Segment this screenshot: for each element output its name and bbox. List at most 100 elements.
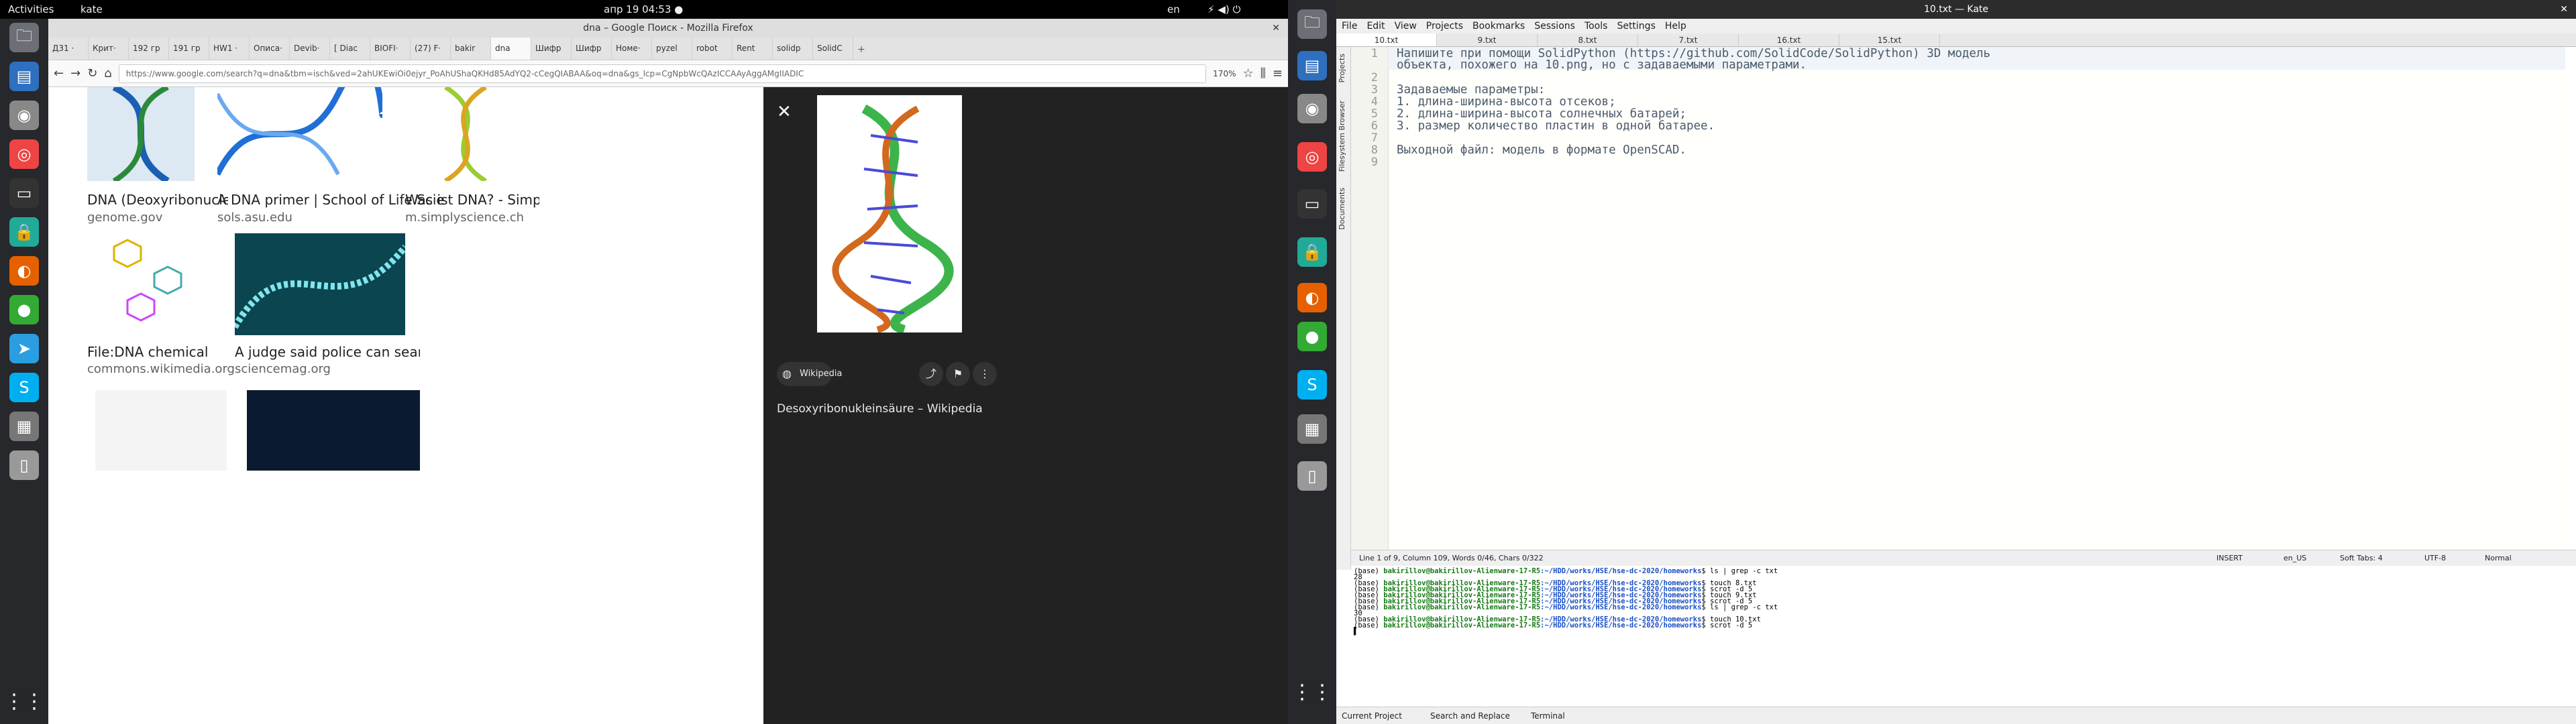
- close-icon[interactable]: ✕: [1272, 19, 1280, 38]
- tab[interactable]: Крит·: [89, 38, 129, 60]
- panel-projects[interactable]: Projects: [1338, 54, 1346, 82]
- tab[interactable]: robot: [692, 38, 733, 60]
- doc-tab[interactable]: 8.txt: [1538, 34, 1638, 46]
- reload-icon[interactable]: ↻: [87, 66, 97, 80]
- menu-help[interactable]: Help: [1665, 21, 1686, 32]
- text-line[interactable]: Выходной файл: модель в формате OpenSCAD…: [1397, 143, 1686, 157]
- tab[interactable]: Д31 ·: [48, 38, 89, 60]
- notification-icon[interactable]: ●: [1297, 322, 1327, 351]
- language-indicator[interactable]: en: [1167, 3, 1180, 15]
- notification-icon[interactable]: ●: [9, 295, 39, 324]
- lock-icon[interactable]: 🔒: [1297, 237, 1327, 267]
- menu-file[interactable]: File: [1342, 21, 1357, 32]
- tab[interactable]: Devib·: [290, 38, 330, 60]
- preview-image[interactable]: [817, 95, 962, 335]
- tab[interactable]: [ Diac: [330, 38, 370, 60]
- result-caption[interactable]: Was ist DNA? - Simply...: [405, 192, 539, 208]
- text-line[interactable]: Задаваемые параметры:: [1397, 83, 1545, 97]
- docs-icon[interactable]: ▤: [9, 62, 39, 91]
- terminal-panel[interactable]: (base) bakirillov@bakirillov-Alienware-1…: [1351, 567, 2576, 707]
- bookmark-icon[interactable]: ⚑: [946, 362, 970, 386]
- forward-icon[interactable]: →: [70, 66, 80, 80]
- tab[interactable]: bakir: [451, 38, 491, 60]
- skype-icon[interactable]: S: [1297, 370, 1327, 400]
- skype-icon[interactable]: S: [9, 373, 39, 402]
- tab[interactable]: solidp: [773, 38, 813, 60]
- doc-tab[interactable]: 10.txt: [1336, 34, 1437, 46]
- result-caption[interactable]: A judge said police can search the DNA o…: [235, 344, 420, 360]
- menu-edit[interactable]: Edit: [1366, 21, 1385, 32]
- firefox-icon[interactable]: ◐: [1297, 283, 1327, 312]
- editor-icon[interactable]: ▯: [9, 450, 39, 480]
- disk-icon[interactable]: ◉: [9, 101, 39, 130]
- result-image[interactable]: [217, 87, 382, 181]
- tool-terminal[interactable]: Terminal: [1531, 711, 1565, 721]
- url-bar[interactable]: https://www.google.com/search?q=dna&tbm=…: [118, 64, 1207, 83]
- menu-bookmarks[interactable]: Bookmarks: [1472, 21, 1525, 32]
- panel-documents[interactable]: Documents: [1338, 188, 1346, 230]
- tab[interactable]: Шифр: [531, 38, 572, 60]
- tab[interactable]: BIOFI·: [370, 38, 411, 60]
- result-image[interactable]: [247, 390, 420, 471]
- more-icon[interactable]: ⋮: [973, 362, 997, 386]
- menu-sessions[interactable]: Sessions: [1534, 21, 1575, 32]
- locale-selector[interactable]: en_US: [2284, 554, 2306, 562]
- result-image[interactable]: [405, 87, 526, 181]
- menu-icon[interactable]: ≡: [1273, 66, 1283, 80]
- viewer-title[interactable]: Desoxyribonukleinsäure – Wikipedia: [777, 402, 983, 416]
- tab[interactable]: (27) F·: [411, 38, 451, 60]
- bookmark-icon[interactable]: ☆: [1242, 66, 1253, 80]
- text-line[interactable]: объекта, похожего на 10.png, но с задава…: [1397, 58, 1807, 72]
- kate-icon[interactable]: ▦: [1297, 414, 1327, 444]
- text-line[interactable]: 2. длина-ширина-высота солнечных батарей…: [1397, 107, 1686, 121]
- tab[interactable]: Номе·: [612, 38, 652, 60]
- doc-tab[interactable]: 15.txt: [1839, 34, 1940, 46]
- text-editor[interactable]: 1 2 3 4 5 6 7 8 9 Напишите при помощи So…: [1351, 47, 2565, 550]
- result-image[interactable]: [95, 390, 227, 471]
- indent-selector[interactable]: Soft Tabs: 4: [2340, 554, 2383, 562]
- system-tray-icons[interactable]: ⚡ ◀) ⏻: [1208, 3, 1240, 15]
- zoom-level[interactable]: 170%: [1213, 69, 1236, 78]
- encoding-selector[interactable]: UTF-8: [2424, 554, 2446, 562]
- doc-tab[interactable]: 9.txt: [1437, 34, 1538, 46]
- doc-tab[interactable]: 7.txt: [1638, 34, 1739, 46]
- input-mode[interactable]: INSERT: [2216, 554, 2243, 562]
- files-icon[interactable]: 🗀: [9, 23, 39, 52]
- tab[interactable]: pyzel: [652, 38, 692, 60]
- tab[interactable]: Описа·: [250, 38, 290, 60]
- back-icon[interactable]: ←: [54, 66, 64, 80]
- tab[interactable]: 192 гр: [129, 38, 169, 60]
- telegram-icon[interactable]: ➤: [9, 334, 39, 363]
- tool-search-replace[interactable]: Search and Replace: [1430, 711, 1510, 721]
- library-icon[interactable]: ⫼: [1260, 66, 1266, 80]
- highlight-selector[interactable]: Normal: [2485, 554, 2512, 562]
- firefox-icon[interactable]: ◐: [9, 256, 39, 286]
- kate-icon[interactable]: ▦: [9, 412, 39, 441]
- result-caption[interactable]: File:DNA chemical structure.svg - Wi...: [87, 344, 212, 360]
- text-line[interactable]: 1. длина-ширина-высота отсеков;: [1397, 95, 1616, 109]
- home-icon[interactable]: ⌂: [104, 66, 111, 80]
- menu-view[interactable]: View: [1395, 21, 1417, 32]
- tool-current-project[interactable]: Current Project: [1342, 711, 1402, 721]
- disk-icon[interactable]: ◉: [1297, 94, 1327, 123]
- share-icon[interactable]: ⤴: [919, 362, 943, 386]
- close-icon[interactable]: ✕: [777, 102, 792, 122]
- tab[interactable]: 191 гр: [169, 38, 209, 60]
- menu-tools[interactable]: Tools: [1585, 21, 1608, 32]
- help-icon[interactable]: ◎: [9, 139, 39, 169]
- activities-button[interactable]: Activities: [8, 3, 54, 15]
- files-icon[interactable]: 🗀: [1297, 9, 1327, 39]
- editor-icon[interactable]: ▯: [1297, 461, 1327, 491]
- new-tab-button[interactable]: ＋: [853, 38, 869, 60]
- doc-tab[interactable]: 16.txt: [1739, 34, 1839, 46]
- terminal-icon[interactable]: ▭: [1297, 189, 1327, 219]
- clock[interactable]: апр 19 04:53 ●: [604, 3, 683, 15]
- menu-projects[interactable]: Projects: [1426, 21, 1463, 32]
- menu-settings[interactable]: Settings: [1617, 21, 1655, 32]
- tab[interactable]: HW1 ·: [209, 38, 250, 60]
- app-menu[interactable]: kate: [80, 3, 103, 15]
- help-icon[interactable]: ◎: [1297, 142, 1327, 172]
- show-apps-icon[interactable]: ⋮⋮: [4, 686, 44, 716]
- tab[interactable]: Шифр: [572, 38, 612, 60]
- tab-active[interactable]: dna: [491, 38, 531, 60]
